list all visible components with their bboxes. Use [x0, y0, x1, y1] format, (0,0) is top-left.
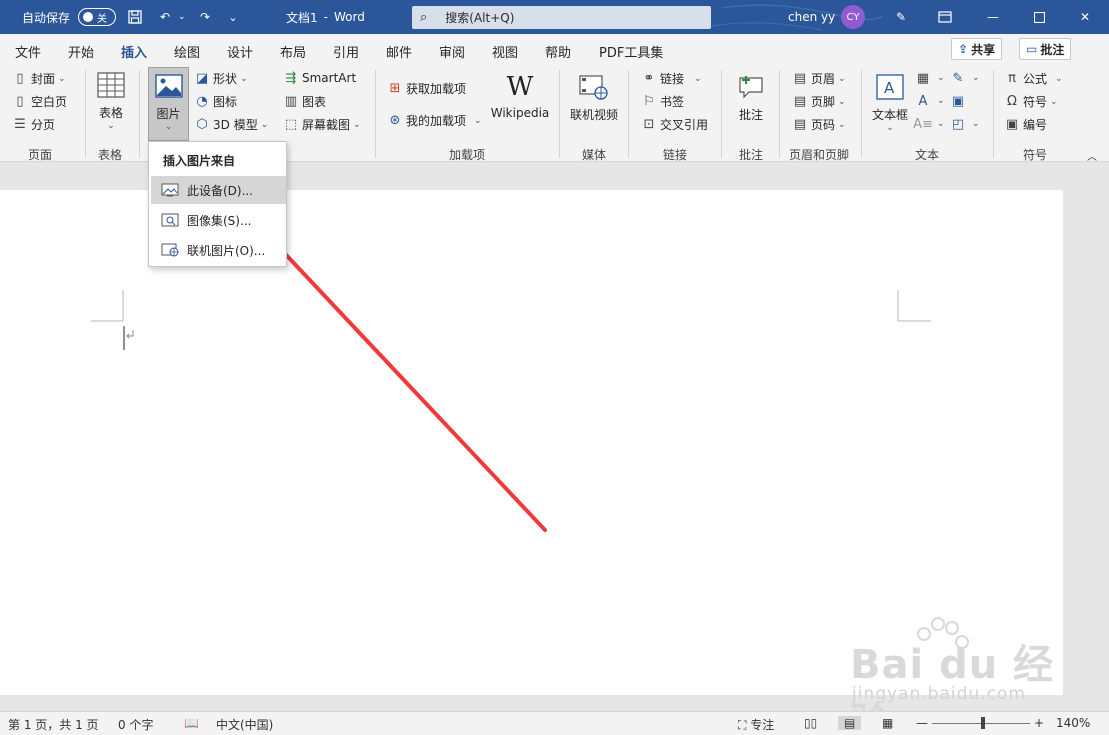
menu-header: 插入图片来自 — [163, 154, 236, 168]
focus-icon: ⛶ — [738, 718, 747, 732]
menu-item-image-collection[interactable]: 图像集(S)... — [151, 206, 286, 234]
device-picture-icon — [161, 183, 179, 197]
print-layout-icon[interactable]: ▤ — [838, 716, 862, 730]
menu-item-online-pictures[interactable]: 联机图片(O)... — [151, 236, 286, 264]
menu-item-this-device[interactable]: 此设备(D)... — [151, 176, 286, 204]
read-mode-icon[interactable]: ▯▯ — [804, 716, 817, 730]
menu-item-label: 图像集(S)... — [187, 213, 252, 228]
zoom-in-icon[interactable]: + — [1034, 716, 1044, 730]
zoom-level[interactable]: 140% — [1056, 716, 1090, 730]
menu-item-label: 此设备(D)... — [187, 183, 254, 198]
focus-mode[interactable]: ⛶ 专注 — [738, 716, 774, 733]
word-count[interactable]: 0 个字 — [118, 716, 153, 733]
baidu-watermark: Bai du 经验 jingyan.baidu.com — [846, 617, 1056, 735]
proofing-icon[interactable]: 📖 — [184, 716, 199, 730]
insert-picture-menu: 插入图片来自 此设备(D)... 图像集(S)... 联机图片(O)... — [148, 141, 287, 267]
image-collection-icon — [161, 213, 179, 227]
language[interactable]: 中文(中国) — [216, 716, 273, 733]
online-pictures-icon — [161, 243, 179, 257]
watermark-url: jingyan.baidu.com — [852, 684, 1026, 704]
web-layout-icon[interactable]: ▦ — [882, 716, 893, 730]
focus-label: 专注 — [750, 718, 775, 732]
menu-item-label: 联机图片(O)... — [187, 243, 266, 258]
zoom-slider-thumb[interactable] — [981, 717, 985, 729]
page-count[interactable]: 第 1 页，共 1 页 — [8, 716, 99, 733]
status-bar: 第 1 页，共 1 页 0 个字 📖 中文(中国) ⛶ 专注 ▯▯ ▤ ▦ — … — [0, 711, 1109, 735]
zoom-out-icon[interactable]: — — [916, 716, 928, 730]
